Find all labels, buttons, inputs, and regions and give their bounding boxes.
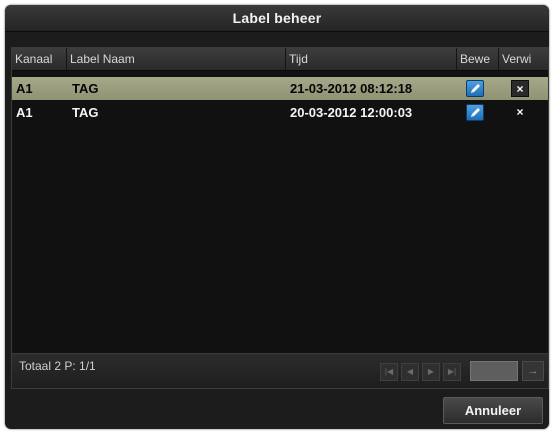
table-footer: Totaal 2 P: 1/1 |◀ ◀ ▶ ▶| →	[12, 353, 548, 388]
delete-button[interactable]: ×	[511, 104, 529, 121]
record-summary: Totaal 2 P: 1/1	[19, 359, 96, 373]
column-header-time[interactable]: Tijd	[286, 48, 457, 70]
label-table: Kanaal Label Naam Tijd Bewe Verwi A1 TAG…	[11, 47, 549, 389]
table-header: Kanaal Label Naam Tijd Bewe Verwi	[12, 48, 548, 71]
label-management-dialog: Label beheer Kanaal Label Naam Tijd Bewe…	[5, 5, 549, 429]
table-row[interactable]: A1 TAG 21-03-2012 08:12:18 ×	[12, 77, 548, 100]
first-page-icon: |◀	[384, 367, 394, 376]
edit-button[interactable]	[466, 80, 484, 97]
channel-cell: A1	[16, 81, 33, 96]
next-page-button[interactable]: ▶	[422, 363, 440, 381]
time-cell: 20-03-2012 12:00:03	[290, 105, 413, 120]
column-header-channel[interactable]: Kanaal	[12, 48, 67, 70]
first-page-button[interactable]: |◀	[380, 363, 398, 381]
dialog-title: Label beheer	[232, 10, 322, 26]
column-header-label-name[interactable]: Label Naam	[67, 48, 286, 70]
delete-button[interactable]: ×	[511, 80, 529, 97]
title-bar: Label beheer	[5, 5, 549, 32]
cancel-button[interactable]: Annuleer	[443, 397, 543, 424]
column-header-delete[interactable]: Verwi	[499, 48, 548, 70]
prev-page-icon: ◀	[406, 367, 414, 376]
time-cell: 21-03-2012 08:12:18	[290, 81, 413, 96]
last-page-button[interactable]: ▶|	[443, 363, 461, 381]
next-page-icon: ▶	[427, 367, 435, 376]
prev-page-button[interactable]: ◀	[401, 363, 419, 381]
channel-cell: A1	[16, 105, 33, 120]
last-page-icon: ▶|	[447, 367, 457, 376]
table-row[interactable]: A1 TAG 20-03-2012 12:00:03 ×	[12, 101, 548, 124]
go-to-page-button[interactable]: →	[522, 361, 544, 381]
pencil-icon	[471, 108, 480, 117]
label-name-cell: TAG	[72, 105, 99, 120]
label-name-cell: TAG	[72, 81, 99, 96]
column-header-edit[interactable]: Bewe	[457, 48, 499, 70]
edit-button[interactable]	[466, 104, 484, 121]
page-number-input[interactable]	[470, 361, 518, 381]
pencil-icon	[471, 84, 480, 93]
